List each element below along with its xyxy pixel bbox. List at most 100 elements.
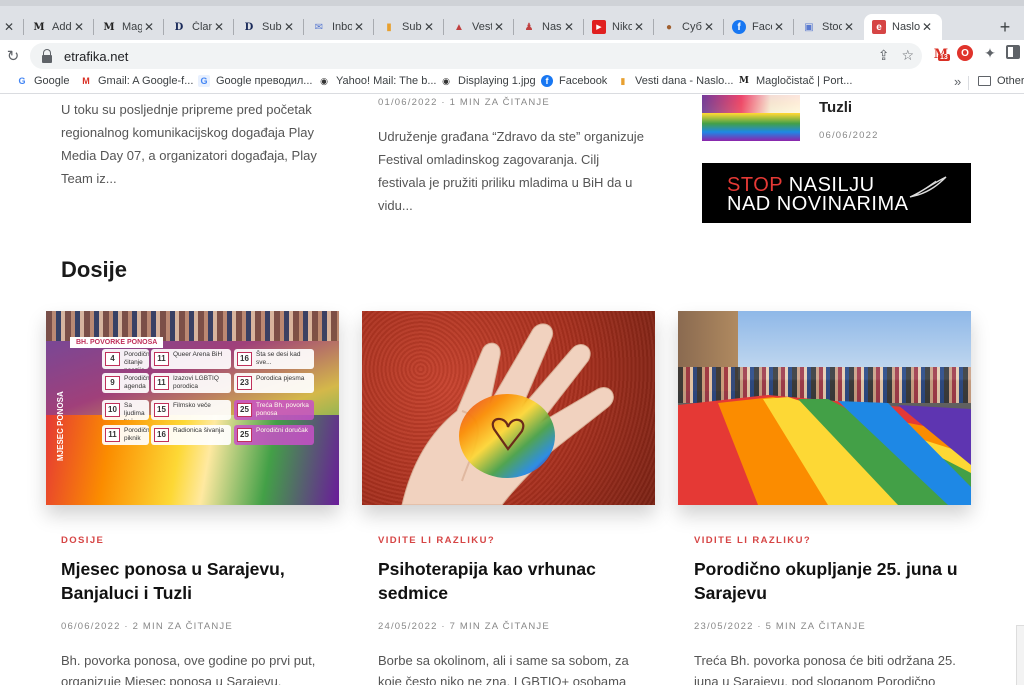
- floating-widget-edge[interactable]: [1016, 625, 1024, 685]
- side-panel-icon[interactable]: [1006, 45, 1020, 59]
- poster-event-slot: 11 Porodični piknik: [102, 425, 149, 445]
- tab-close-icon[interactable]: ✕: [702, 20, 716, 34]
- address-bar[interactable]: etrafika.net ⇪ ☆: [30, 43, 922, 69]
- browser-tab[interactable]: ♟ Naslo✕: [514, 14, 584, 40]
- bookmarks-overflow-chevron[interactable]: »: [954, 74, 961, 89]
- card-title-link[interactable]: Porodično okupljanje 25. juna u Sarajevu: [694, 557, 964, 605]
- tab-title: Magl: [122, 21, 142, 33]
- bookmark-item[interactable]: ▮ Vesti dana - Naslo...: [617, 75, 734, 87]
- tab-close-icon[interactable]: ✕: [142, 20, 156, 34]
- bookmark-item[interactable]: ◉ Displaying 1.jpg: [440, 75, 536, 87]
- tab-close-icon[interactable]: ✕: [72, 20, 86, 34]
- stop-nasilju-banner[interactable]: STOP NASILJU NAD NOVINARIMA: [702, 163, 971, 223]
- bookmark-star-icon[interactable]: ☆: [901, 47, 914, 64]
- bookmark-item[interactable]: M Magločistač | Port...: [738, 75, 852, 87]
- bookmark-label: Vesti dana - Naslo...: [635, 75, 734, 87]
- poster-slot-date: 16: [237, 352, 252, 366]
- browser-tab[interactable]: ✉ Inbox✕: [304, 14, 374, 40]
- tab-title: Stoci: [822, 21, 842, 33]
- extensions-puzzle-icon[interactable]: ✦: [982, 45, 998, 61]
- poster-event-slot: 16 Radionica šivanja: [151, 425, 231, 445]
- giant-rainbow-flag: [678, 395, 971, 505]
- browser-tab[interactable]: ✕: [0, 14, 24, 40]
- poster-event-slot: 15 Filmsko veče: [151, 400, 231, 420]
- tab-title: Naslo: [892, 21, 920, 33]
- tab-favicon-icon: ▣: [804, 21, 814, 33]
- tab-title: Vesti: [472, 21, 492, 33]
- url-text[interactable]: etrafika.net: [64, 49, 128, 64]
- tab-close-icon[interactable]: ✕: [772, 20, 786, 34]
- poster-slot-date: 4: [105, 352, 120, 366]
- gmail-extension-icon[interactable]: M13: [932, 45, 950, 63]
- bookmark-item[interactable]: G Google: [16, 75, 69, 87]
- browser-tab[interactable]: f Face✕: [724, 14, 794, 40]
- poster-slot-text: Porodica pjesma: [256, 375, 305, 382]
- browser-tab[interactable]: D Člana✕: [164, 14, 234, 40]
- poster-slot-date: 15: [154, 403, 169, 417]
- tab-title: Inbox: [332, 21, 352, 33]
- bookmark-item[interactable]: ◉ Yahoo! Mail: The b...: [318, 75, 436, 87]
- tab-favicon-icon: M: [33, 21, 45, 33]
- sidebar-post-thumbnail[interactable]: [702, 95, 800, 141]
- poster-slot-text: Izazovi LGBTIQ porodica: [173, 375, 219, 390]
- poster-event-slot: 11 Izazovi LGBTIQ porodica: [151, 373, 231, 393]
- bookmark-item[interactable]: f Facebook: [541, 75, 607, 87]
- poster-event-slot: 4 Porodično čitanje poezije: [102, 349, 149, 369]
- poster-slot-text: Filmsko veče: [173, 402, 211, 409]
- reload-icon[interactable]: ↻: [4, 47, 22, 65]
- poster-slot-date: 16: [154, 428, 169, 442]
- tab-close-icon[interactable]: ✕: [282, 20, 296, 34]
- lock-icon[interactable]: [40, 49, 54, 63]
- tab-title: Nikol: [612, 21, 632, 33]
- folder-icon: [978, 76, 991, 86]
- share-icon[interactable]: ⇪: [878, 47, 890, 64]
- tab-close-icon[interactable]: ✕: [2, 20, 16, 34]
- tab-favicon-icon: ▲: [454, 21, 464, 33]
- poster-vertical-title: MJESEC PONOSA: [56, 391, 65, 461]
- poster-event-slot: 25 Treća Bh. povorka ponosa: [234, 400, 314, 420]
- browser-tab[interactable]: ▶ Nikol✕: [584, 14, 654, 40]
- tab-title: Subo: [262, 21, 282, 33]
- tab-close-icon[interactable]: ✕: [632, 20, 646, 34]
- card-image-psychotherapy[interactable]: [362, 311, 655, 505]
- tab-close-icon[interactable]: ✕: [422, 20, 436, 34]
- tab-close-icon[interactable]: ✕: [562, 20, 576, 34]
- card-category-link[interactable]: VIDITE LI RAZLIKU?: [378, 535, 495, 546]
- opera-extension-icon[interactable]: O: [957, 45, 973, 61]
- tab-close-icon[interactable]: ✕: [492, 20, 506, 34]
- poster-slot-text: Porodična agenda: [124, 375, 149, 390]
- card-excerpt: Borbe sa okolinom, ali i same sa sobom, …: [378, 653, 629, 685]
- browser-tab[interactable]: D Subo✕: [234, 14, 304, 40]
- browser-tab[interactable]: M Magl✕: [94, 14, 164, 40]
- tab-close-icon[interactable]: ✕: [212, 20, 226, 34]
- browser-tab[interactable]: ● Субо✕: [654, 14, 724, 40]
- card-title-link[interactable]: Mjesec ponosa u Sarajevu, Banjaluci i Tu…: [61, 557, 331, 605]
- card-title-link[interactable]: Psihoterapija kao vrhunac sedmice: [378, 557, 648, 605]
- tab-close-icon[interactable]: ✕: [352, 20, 366, 34]
- sidebar-post-title[interactable]: Tuzli: [819, 99, 852, 116]
- browser-tab[interactable]: ▣ Stoci✕: [794, 14, 864, 40]
- card-category-link[interactable]: DOSIJE: [61, 535, 104, 546]
- bookmark-favicon-icon: ◉: [442, 75, 450, 86]
- bookmark-item[interactable]: M Gmail: A Google-f...: [80, 75, 193, 87]
- card-category-link[interactable]: VIDITE LI RAZLIKU?: [694, 535, 811, 546]
- card-meta: 23/05/2022 · 5 MIN ZA ČITANJE: [694, 621, 866, 632]
- other-bookmarks-label: Other: [997, 75, 1024, 87]
- tab-title: Субо: [682, 21, 702, 33]
- tab-close-icon[interactable]: ✕: [920, 20, 934, 34]
- browser-tab[interactable]: ▮ Subo✕: [374, 14, 444, 40]
- browser-tab[interactable]: ▲ Vesti✕: [444, 14, 514, 40]
- bookmark-item[interactable]: G Google преводил...: [198, 75, 312, 87]
- bookmark-label: Yahoo! Mail: The b...: [336, 75, 437, 87]
- other-bookmarks-folder[interactable]: Other: [978, 75, 1024, 87]
- section-title: Dosije: [61, 257, 128, 282]
- bookmark-label: Facebook: [559, 75, 608, 87]
- card-image-pride-month[interactable]: BH. POVORKE PONOSA MJESEC PONOSA 4 Porodi…: [46, 311, 339, 505]
- browser-tab[interactable]: M Add f✕: [24, 14, 94, 40]
- poster-slot-date: 11: [105, 428, 120, 442]
- tab-close-icon[interactable]: ✕: [842, 20, 856, 34]
- browser-tab[interactable]: e Naslo ✕: [864, 14, 942, 40]
- new-tab-button[interactable]: +: [994, 14, 1016, 40]
- card-image-family-gathering[interactable]: [678, 311, 971, 505]
- poster-slot-text: Porodični piknik: [124, 427, 149, 442]
